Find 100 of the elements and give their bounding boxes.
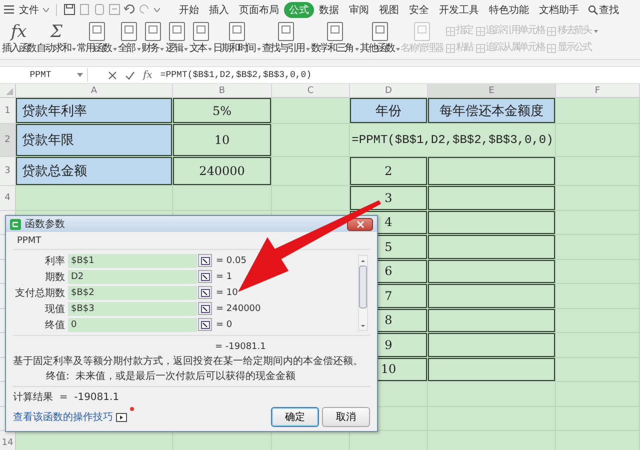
menu-tab[interactable]: 数据 [314,2,344,18]
range-select-button[interactable] [198,270,212,283]
ribbon-button[interactable]: 文本 [189,22,212,55]
column-header[interactable]: F [556,84,640,98]
range-icon [200,288,210,296]
caret-icon [43,8,49,12]
menu-tab[interactable]: 插入 [204,2,234,18]
argument-help-text: 未来值，或是最后一次付款后可以获得的现金金额 [75,370,296,384]
insert-function-button[interactable]: fx [143,70,152,80]
column-header[interactable]: D [350,84,428,98]
ribbon-button[interactable]: 逻辑 [165,22,188,55]
table-cell: =PPMT($B$1,D2,$B$2,$B$3,0,0) [350,124,556,157]
input-field[interactable]: $B$1 [68,254,197,268]
table-cell: 10 [173,124,272,157]
argument-value: = 1 [216,272,232,282]
table-cell: 240000 [173,157,272,186]
input-field[interactable]: 0 [68,318,197,332]
cancel-icon[interactable] [108,70,117,80]
argument-value: = 240000 [216,304,261,314]
video-icon[interactable] [116,412,127,422]
check-icon[interactable] [125,70,135,80]
caret-icon[interactable] [154,8,160,12]
menu-tab[interactable]: 视图 [374,2,404,18]
argument-value: = 0.05 [216,256,246,266]
ribbon-button[interactable]: 其他函数 [360,22,400,55]
ribbon-button[interactable]: 数学和三角 [311,22,360,55]
range-icon [200,304,210,312]
result-value: = -19081.1 [215,341,267,354]
search-icon [588,4,598,14]
table-cell: 年份 [350,98,428,124]
row-header[interactable]: 4 [0,186,16,210]
ribbon-button[interactable]: 查找与引用 [262,22,310,55]
range-select-button[interactable] [198,254,212,267]
help-link[interactable]: 查看该函数的操作技巧 [13,410,113,424]
save-icon[interactable] [64,4,75,15]
menu-tab[interactable]: 页面布局 [234,2,284,18]
table-cell: 3 [350,186,428,210]
ribbon-button[interactable]: 财务 [142,22,164,55]
row-header[interactable]: 1 [0,98,16,124]
range-icon [200,272,210,280]
scrollbar[interactable] [358,254,368,330]
grid-icon [547,26,556,36]
table-cell: 2 [350,157,428,186]
row-header[interactable]: 3 [0,157,16,186]
function-name: PPMT [17,235,42,247]
menu-tab[interactable]: 开始 [174,2,204,18]
menu-tab[interactable]: 特色功能 [484,2,534,18]
formula-field[interactable]: =PPMT($B$1,D2,$B$2,$B$3,0,0) [160,70,312,80]
input-field[interactable]: $B$2 [68,286,197,300]
app-icon [10,218,21,230]
dialog-button[interactable]: 取消 [322,407,370,427]
column-header[interactable]: B [173,84,272,98]
document-icon [89,22,106,41]
notification-dot [130,407,134,411]
document-icon [229,22,246,41]
ribbon-button[interactable]: fx 插入函数 [2,22,36,55]
ribbon-button[interactable]: 日期和时间 [213,22,262,55]
menu-tab[interactable]: 安全 [404,2,434,18]
ribbon-button[interactable]: Σ 自动求和 [36,22,76,55]
range-select-button[interactable] [198,318,212,331]
input-field[interactable]: $B$3 [68,302,197,316]
search-button[interactable]: 查找 [584,2,623,16]
argument-label: 支付总期数 [14,286,66,300]
dialog-button[interactable]: 确定 [271,407,319,427]
menu-tab[interactable]: 文档助手 [534,2,584,18]
name-box[interactable]: PPMT [0,68,88,82]
document-icon [145,22,162,41]
input-field[interactable]: D2 [68,270,197,284]
document-icon [414,22,430,41]
document-icon [121,22,138,41]
menu-icon[interactable] [4,5,14,14]
calculation-result: 计算结果 = -19081.1 [13,391,120,404]
table-cell: 贷款年利率 [16,98,173,124]
argument-label: 利率 [44,254,66,268]
column-header[interactable]: A [16,84,173,98]
document-icon [327,22,344,41]
file-menu[interactable]: 文件 [19,2,39,16]
table-cell: 贷款年限 [16,124,173,157]
range-select-button[interactable] [198,302,212,315]
grid-icon [446,26,455,36]
argument-label: 终值 [44,318,66,332]
menu-tab[interactable]: 审阅 [344,2,374,18]
grid-icon [476,44,485,52]
ribbon-button[interactable]: 常用函数 [77,22,117,55]
column-header[interactable]: C [272,84,350,98]
table-cell: 每年偿还本金额度 [428,98,556,124]
document-icon [168,22,185,41]
undo-icon[interactable] [124,4,135,15]
caret-icon [77,73,83,77]
document-icon [278,22,294,41]
close-icon [356,220,364,228]
ribbon-button[interactable]: 全部 [118,22,141,55]
grid-icon [476,26,485,36]
close-button[interactable] [347,218,373,230]
argument-label: 期数 [44,270,66,284]
document-icon [372,22,388,41]
range-select-button[interactable] [198,286,212,299]
menu-tab[interactable]: 开发工具 [434,2,484,18]
table-cell: 贷款总金额 [16,157,173,186]
row-header[interactable]: 14 [0,431,16,450]
